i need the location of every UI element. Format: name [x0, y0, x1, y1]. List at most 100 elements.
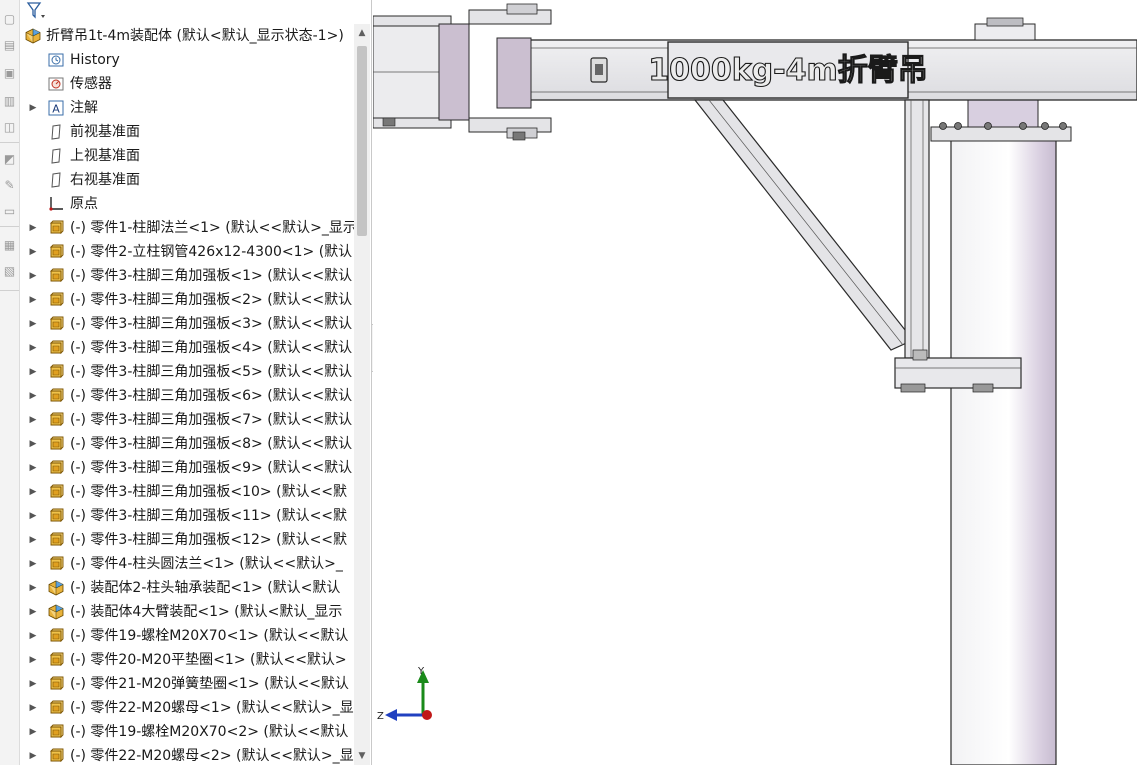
expand-arrow-icon[interactable]: ▶: [28, 600, 38, 624]
tree-item-label: (-) 零件1-柱脚法兰<1> (默认<<默认>_显示: [70, 220, 354, 236]
tree-item-label: History: [70, 52, 120, 68]
tree-item[interactable]: 上视基准面: [20, 144, 354, 168]
tree-item[interactable]: ▶ (-) 零件1-柱脚法兰<1> (默认<<默认>_显示: [20, 216, 354, 240]
expand-arrow-icon[interactable]: ▶: [28, 96, 38, 120]
tree-item[interactable]: 右视基准面: [20, 168, 354, 192]
part-icon: [48, 724, 64, 740]
expand-arrow-icon[interactable]: ▶: [28, 528, 38, 552]
diagonal-brace: [693, 99, 914, 351]
tree-item[interactable]: ▶ (-) 零件3-柱脚三角加强板<11> (默认<<默: [20, 504, 354, 528]
tree-item[interactable]: ▶ (-) 零件3-柱脚三角加强板<8> (默认<<默认: [20, 432, 354, 456]
tree-item[interactable]: ▶ (-) 零件20-M20平垫圈<1> (默认<<默认>: [20, 648, 354, 672]
tree-scrollbar[interactable]: ▲ ▼: [354, 24, 370, 765]
plane-icon: [48, 172, 64, 188]
tree-item[interactable]: ▶ A 注解: [20, 96, 354, 120]
expand-arrow-icon[interactable]: ▶: [28, 624, 38, 648]
scene-icon[interactable]: ▥: [2, 94, 17, 109]
expand-arrow-icon[interactable]: ▶: [28, 312, 38, 336]
tree-item[interactable]: ▶ (-) 零件3-柱脚三角加强板<5> (默认<<默认: [20, 360, 354, 384]
expand-arrow-icon[interactable]: ▶: [28, 576, 38, 600]
expand-arrow-icon[interactable]: ▶: [28, 408, 38, 432]
filter-icon[interactable]: [26, 1, 48, 21]
expand-arrow-icon[interactable]: ▶: [28, 240, 38, 264]
tree-item-label: 右视基准面: [70, 172, 140, 188]
part-icon: [48, 268, 64, 284]
expand-arrow-icon[interactable]: ▶: [28, 552, 38, 576]
tree-item[interactable]: ▶ (-) 零件3-柱脚三角加强板<1> (默认<<默认: [20, 264, 354, 288]
expand-arrow-icon[interactable]: ▶: [28, 384, 38, 408]
expand-arrow-icon[interactable]: ▶: [28, 720, 38, 744]
tools-icon[interactable]: ▦: [2, 238, 17, 253]
tree-root-assembly[interactable]: 折臂吊1t-4m装配体 (默认<默认_显示状态-1>): [20, 24, 354, 48]
tree-item[interactable]: ▶ (-) 装配体2-柱头轴承装配<1> (默认<默认: [20, 576, 354, 600]
expand-arrow-icon[interactable]: ▶: [28, 288, 38, 312]
scroll-up-icon[interactable]: ▲: [354, 24, 370, 42]
part-icon: [48, 340, 64, 356]
tree-item[interactable]: ▶ (-) 零件19-螺栓M20X70<1> (默认<<默认: [20, 624, 354, 648]
tree-item[interactable]: ▶ (-) 零件3-柱脚三角加强板<3> (默认<<默认: [20, 312, 354, 336]
expand-arrow-icon[interactable]: ▶: [28, 672, 38, 696]
tree-item-label: 前视基准面: [70, 124, 140, 140]
column-top-flange: [930, 99, 1072, 142]
origin-icon: [48, 196, 64, 212]
tree-item-label: (-) 零件3-柱脚三角加强板<10> (默认<<默: [70, 484, 348, 500]
misc-icon[interactable]: ▧: [2, 264, 17, 279]
tree-item[interactable]: ▶ (-) 装配体4大臂装配<1> (默认<默认_显示: [20, 600, 354, 624]
expand-arrow-icon[interactable]: ▶: [28, 336, 38, 360]
expand-arrow-icon[interactable]: ▶: [28, 648, 38, 672]
part-icon: [48, 700, 64, 716]
tree-item-label: (-) 零件3-柱脚三角加强板<3> (默认<<默认: [70, 316, 353, 332]
expand-arrow-icon[interactable]: ▶: [28, 360, 38, 384]
sketch-icon[interactable]: ✎: [2, 178, 17, 193]
scroll-down-icon[interactable]: ▼: [354, 747, 370, 765]
tree-item[interactable]: 前视基准面: [20, 120, 354, 144]
measure-icon[interactable]: ◩: [2, 152, 17, 167]
strip-divider: [0, 226, 19, 227]
left-arm: [373, 3, 552, 141]
layout-icon[interactable]: ▭: [2, 204, 17, 219]
tree-item[interactable]: ▶ (-) 零件3-柱脚三角加强板<6> (默认<<默认: [20, 384, 354, 408]
tree-item[interactable]: ▶ (-) 零件3-柱脚三角加强板<4> (默认<<默认: [20, 336, 354, 360]
graphics-viewport[interactable]: 1000kg-4m折臂吊 Y Z: [373, 0, 1137, 765]
expand-arrow-icon[interactable]: ▶: [28, 456, 38, 480]
tree-item[interactable]: ▶ (-) 零件3-柱脚三角加强板<10> (默认<<默: [20, 480, 354, 504]
sensor-icon: [48, 76, 64, 92]
tree-item[interactable]: ▶ (-) 零件3-柱脚三角加强板<9> (默认<<默认: [20, 456, 354, 480]
tree-item[interactable]: ▶ (-) 零件3-柱脚三角加强板<2> (默认<<默认: [20, 288, 354, 312]
expand-arrow-icon[interactable]: ▶: [28, 432, 38, 456]
tree-item-label: (-) 装配体4大臂装配<1> (默认<默认_显示: [70, 604, 343, 620]
expand-arrow-icon[interactable]: ▶: [28, 216, 38, 240]
tree-item-label: (-) 零件22-M20螺母<2> (默认<<默认>_显: [70, 748, 354, 764]
tree-item-label: (-) 零件3-柱脚三角加强板<6> (默认<<默认: [70, 388, 353, 404]
tree-item[interactable]: History: [20, 48, 354, 72]
scroll-thumb[interactable]: [357, 46, 367, 236]
expand-arrow-icon[interactable]: ▶: [28, 264, 38, 288]
tree-item-label: (-) 零件3-柱脚三角加强板<5> (默认<<默认: [70, 364, 353, 380]
tree-item[interactable]: ▶ (-) 零件3-柱脚三角加强板<7> (默认<<默认: [20, 408, 354, 432]
tree-item[interactable]: ▶ (-) 零件21-M20弹簧垫圈<1> (默认<<默认: [20, 672, 354, 696]
view-icon[interactable]: ▢: [2, 12, 17, 27]
tree-item-label: (-) 零件20-M20平垫圈<1> (默认<<默认>: [70, 652, 347, 668]
section-icon[interactable]: ◫: [2, 120, 17, 135]
tree-item[interactable]: ▶ (-) 零件4-柱头圆法兰<1> (默认<<默认>_: [20, 552, 354, 576]
tree-item-label: 折臂吊1t-4m装配体 (默认<默认_显示状态-1>): [46, 28, 344, 44]
tree-item[interactable]: ▶ (-) 零件22-M20螺母<2> (默认<<默认>_显: [20, 744, 354, 765]
expand-arrow-icon[interactable]: ▶: [28, 696, 38, 720]
part-icon: [48, 244, 64, 260]
expand-arrow-icon[interactable]: ▶: [28, 504, 38, 528]
expand-arrow-icon[interactable]: ▶: [28, 744, 38, 765]
tree-item[interactable]: ▶ (-) 零件22-M20螺母<1> (默认<<默认>_显: [20, 696, 354, 720]
tree-item[interactable]: ▶ (-) 零件2-立柱钢管426x12-4300<1> (默认: [20, 240, 354, 264]
appearance-icon[interactable]: ▣: [2, 66, 17, 81]
tree-item[interactable]: 传感器: [20, 72, 354, 96]
plane-icon: [48, 124, 64, 140]
solidworks-window: ▢ ▤ ▣ ▥ ◫ ◩ ✎ ▭ ▦ ▧ 折臂吊1t-4m装配体 (默认<默认_显…: [0, 0, 1137, 765]
tree-item-label: (-) 零件3-柱脚三角加强板<4> (默认<<默认: [70, 340, 353, 356]
tree-item[interactable]: 原点: [20, 192, 354, 216]
expand-arrow-icon[interactable]: ▶: [28, 480, 38, 504]
tree-item-label: (-) 零件3-柱脚三角加强板<12> (默认<<默: [70, 532, 348, 548]
tree-item[interactable]: ▶ (-) 零件3-柱脚三角加强板<12> (默认<<默: [20, 528, 354, 552]
display-icon[interactable]: ▤: [2, 38, 17, 53]
tree-item[interactable]: ▶ (-) 零件19-螺栓M20X70<2> (默认<<默认: [20, 720, 354, 744]
tree-item-label: 传感器: [70, 76, 112, 92]
